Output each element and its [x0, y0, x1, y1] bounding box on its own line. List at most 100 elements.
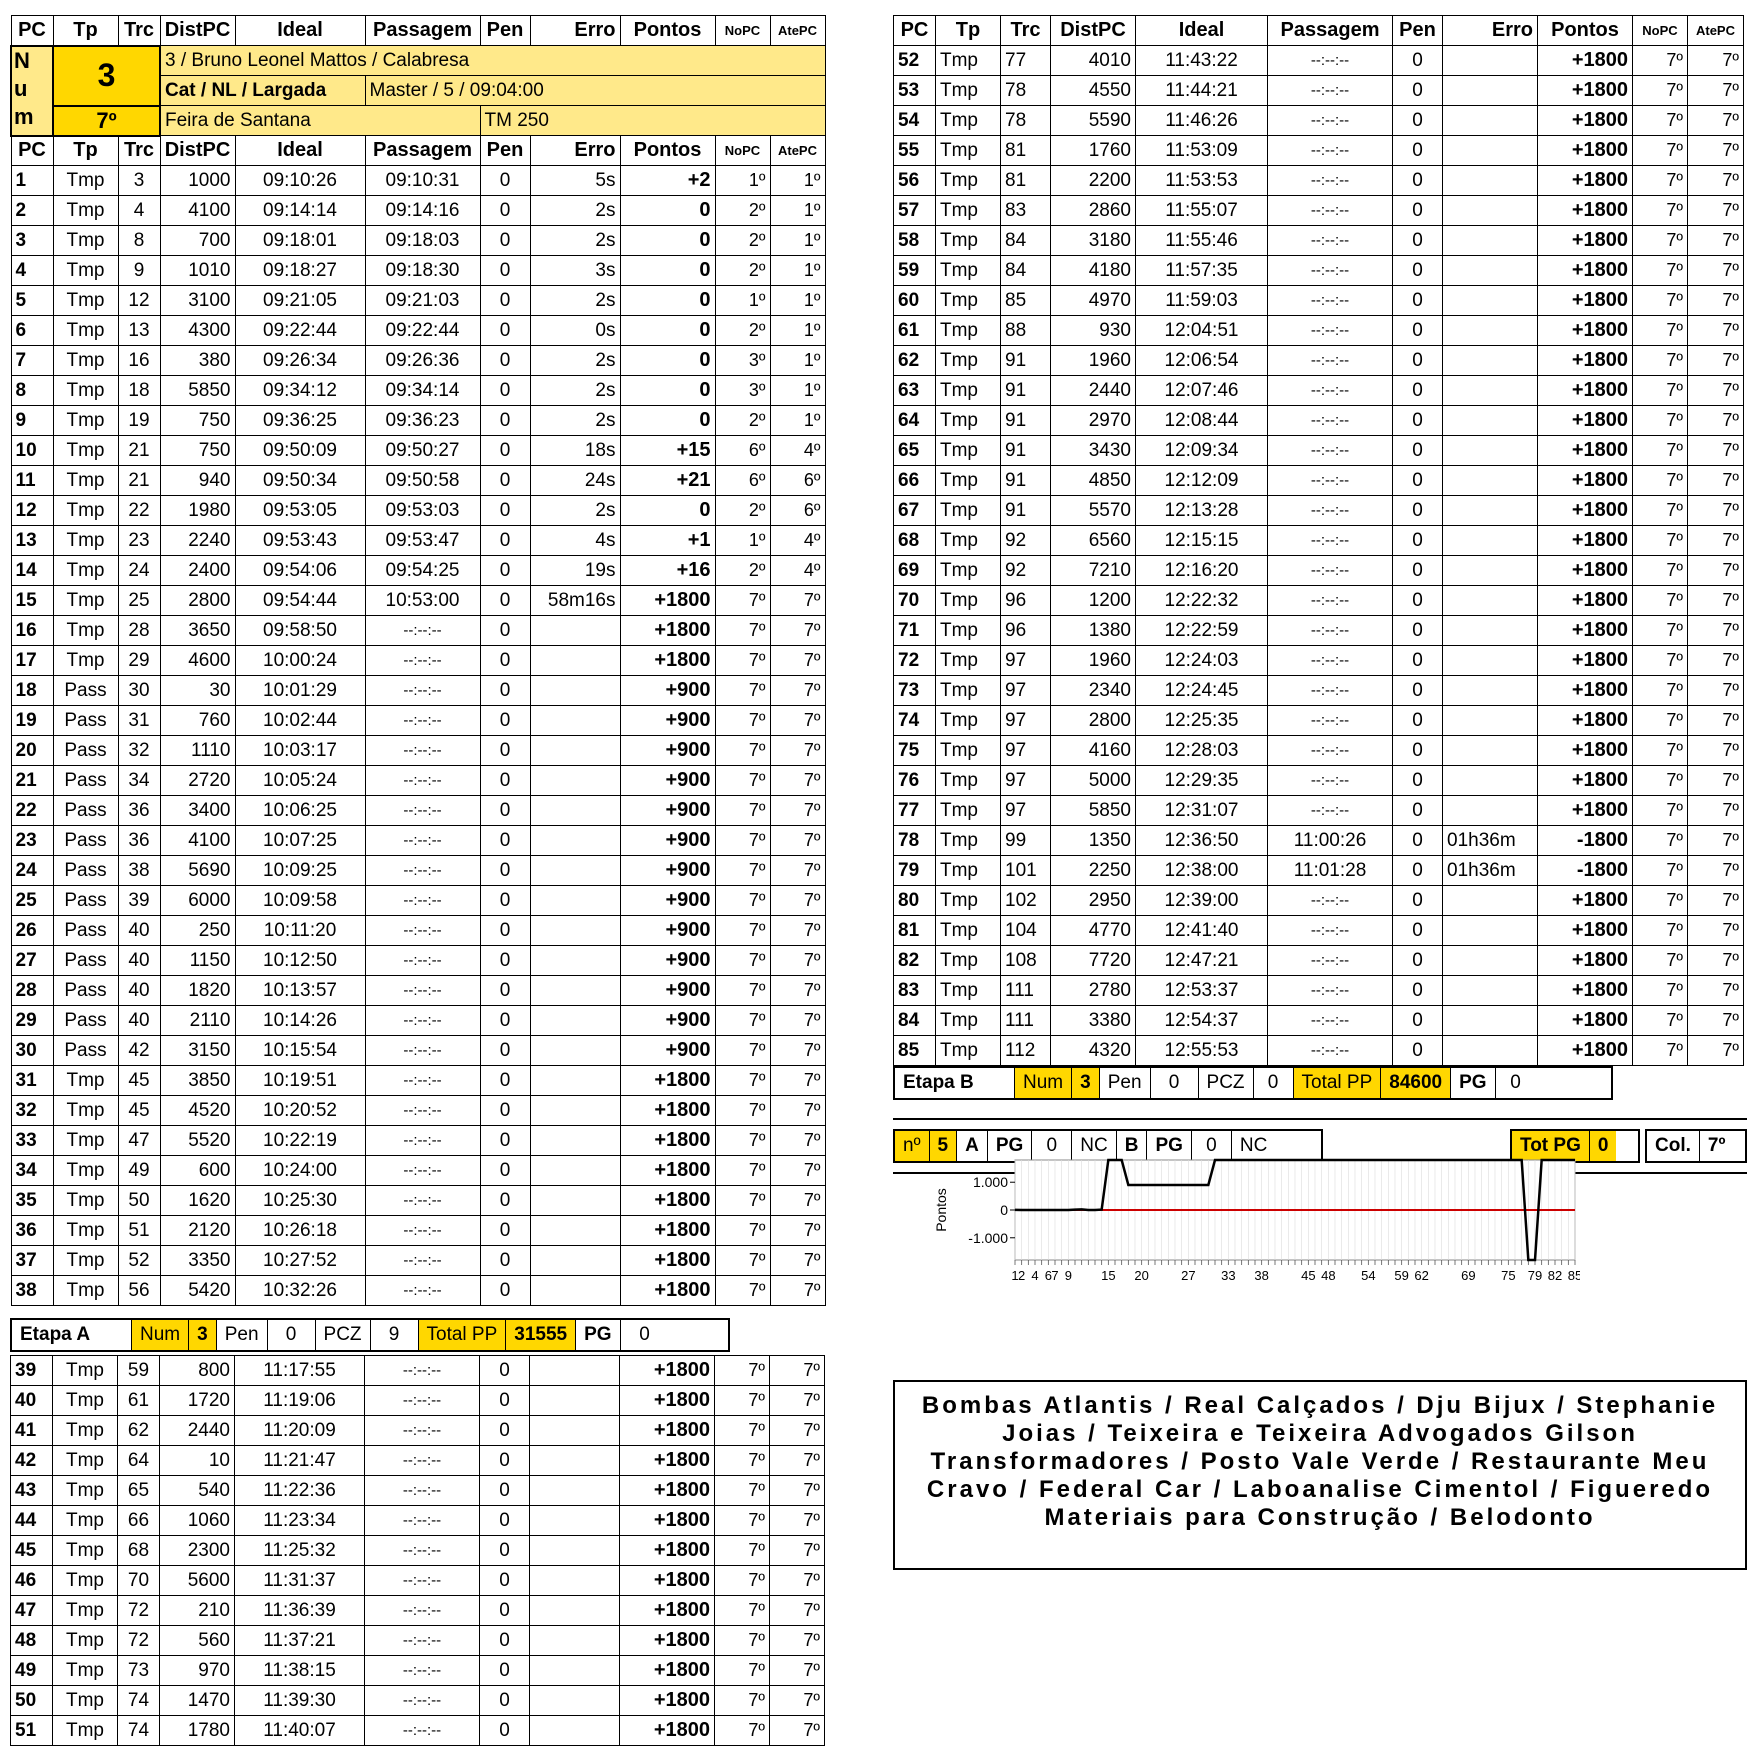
cell-distpc: 930 — [1050, 315, 1136, 346]
cell-atepc: 7º — [769, 795, 826, 826]
cell-ideal: 12:36:50 — [1135, 825, 1268, 856]
cell-pc: 17 — [10, 645, 54, 676]
cell-nopc: 7º — [714, 1445, 770, 1476]
table-row: 8 Tmp 18 5850 09:34:12 09:34:14 0 2s 0 3º 1º — [10, 375, 826, 406]
cell-pc: 52 — [893, 45, 936, 76]
cell-passagem: --:--:-- — [364, 705, 481, 736]
cell-nopc: 7º — [714, 1385, 770, 1416]
cell-tp: Tmp — [935, 795, 1001, 826]
cell-trc: 16 — [117, 345, 161, 376]
cell-trc: 40 — [117, 915, 161, 946]
right-header-col-pc: PC — [893, 15, 936, 46]
cell-tp: Pass — [52, 765, 119, 796]
cell-erro: 24s — [529, 465, 621, 496]
x-tick-label: 79 — [1528, 1268, 1542, 1283]
competitor-position: 7º — [52, 104, 161, 137]
cell-nopc: 7º — [714, 585, 771, 616]
cell-tp: Tmp — [52, 1595, 118, 1626]
cell-atepc: 7º — [1687, 585, 1744, 616]
cell-erro: 2s — [529, 405, 621, 436]
cell-atepc: 7º — [769, 765, 826, 796]
x-tick-label: 54 — [1361, 1268, 1375, 1283]
cell-distpc: 10 — [159, 1445, 235, 1476]
cell-erro — [1442, 885, 1538, 916]
cell-trc: 28 — [117, 615, 161, 646]
cell-pen: 0 — [1392, 105, 1443, 136]
cell-nopc: 7º — [1632, 525, 1688, 556]
cell-distpc: 3400 — [159, 795, 236, 826]
cell-ideal: 11:55:46 — [1135, 225, 1268, 256]
cell-trc: 84 — [1000, 255, 1051, 286]
cell-tp: Tmp — [52, 285, 119, 316]
cell-pc: 29 — [10, 1005, 54, 1036]
cell-tp: Tmp — [935, 885, 1001, 916]
cell-ideal: 12:09:34 — [1135, 435, 1268, 466]
cell-nopc: 7º — [1632, 75, 1688, 106]
cell-trc: 40 — [117, 945, 161, 976]
cell-erro: 18s — [529, 435, 621, 466]
etapa-a-pcz-label: PCZ — [316, 1320, 371, 1350]
cell-passagem: --:--:-- — [1267, 735, 1393, 766]
left-header-col-nopc: NoPC — [714, 15, 771, 46]
cell-tp: Tmp — [52, 255, 119, 286]
cell-pen: 0 — [479, 525, 531, 556]
cell-nopc: 7º — [714, 945, 771, 976]
cell-ideal: 10:15:54 — [234, 1035, 366, 1066]
right-header-col-pontos: Pontos — [1537, 15, 1633, 46]
cell-erro — [529, 1475, 620, 1506]
cell-pen: 0 — [1392, 255, 1443, 286]
cell-atepc: 7º — [1687, 735, 1744, 766]
table-row: 9 Tmp 19 750 09:36:25 09:36:23 0 2s 0 2º 1º — [10, 405, 826, 436]
cell-pontos: +900 — [619, 705, 716, 736]
cell-erro — [529, 675, 621, 706]
cell-atepc: 7º — [1687, 795, 1744, 826]
cell-atepc: 7º — [769, 1475, 825, 1506]
cell-distpc: 3350 — [159, 1245, 236, 1276]
cell-pc: 23 — [10, 825, 54, 856]
cell-pontos: +900 — [619, 1005, 716, 1036]
cell-atepc: 7º — [769, 735, 826, 766]
cell-ideal: 09:50:34 — [234, 465, 366, 496]
cell-pc: 47 — [10, 1595, 53, 1626]
cell-pontos: +1800 — [1537, 375, 1633, 406]
cell-tp: Tmp — [52, 555, 119, 586]
cell-pc: 10 — [10, 435, 54, 466]
table-row: 82 Tmp 108 7720 12:47:21 --:--:-- 0 +1800 7º 7º — [893, 945, 1744, 976]
cell-atepc: 7º — [1687, 885, 1744, 916]
cell-passagem: 09:26:36 — [364, 345, 481, 376]
cell-tp: Tmp — [52, 1275, 119, 1306]
cell-erro — [529, 825, 621, 856]
cell-ideal: 12:25:35 — [1135, 705, 1268, 736]
cell-ideal: 11:37:21 — [234, 1625, 365, 1656]
cell-passagem: --:--:-- — [364, 1155, 481, 1186]
cell-pontos: +1800 — [1537, 45, 1633, 76]
cell-distpc: 4300 — [159, 315, 236, 346]
cell-pc: 26 — [10, 915, 54, 946]
cell-trc: 45 — [117, 1065, 161, 1096]
cell-nopc: 7º — [714, 1415, 770, 1446]
cell-erro — [1442, 945, 1538, 976]
cell-trc: 51 — [117, 1215, 161, 1246]
cell-tp: Tmp — [52, 1415, 118, 1446]
cell-trc: 50 — [117, 1185, 161, 1216]
cell-atepc: 7º — [1687, 345, 1744, 376]
cell-passagem: --:--:-- — [364, 1625, 480, 1656]
table-row: 76 Tmp 97 5000 12:29:35 --:--:-- 0 +1800 7º 7º — [893, 765, 1744, 796]
cell-tp: Tmp — [935, 945, 1001, 976]
cell-ideal: 11:25:32 — [234, 1535, 365, 1566]
cell-erro — [529, 1415, 620, 1446]
cell-tp: Pass — [52, 975, 119, 1006]
cell-ideal: 12:55:53 — [1135, 1035, 1268, 1066]
cell-erro — [1442, 585, 1538, 616]
cell-passagem: --:--:-- — [1267, 915, 1393, 946]
cell-pc: 33 — [10, 1125, 54, 1156]
cell-trc: 19 — [117, 405, 161, 436]
etapa-b-pcz: 0 — [1254, 1068, 1294, 1098]
cell-distpc: 7720 — [1050, 945, 1136, 976]
cell-pen: 0 — [479, 1185, 531, 1216]
cell-pc: 9 — [10, 405, 54, 436]
cell-nopc: 7º — [1632, 495, 1688, 526]
left-header-col-tp: Tp — [52, 15, 119, 46]
cell-distpc: 3850 — [159, 1065, 236, 1096]
cell-pen: 0 — [479, 375, 531, 406]
